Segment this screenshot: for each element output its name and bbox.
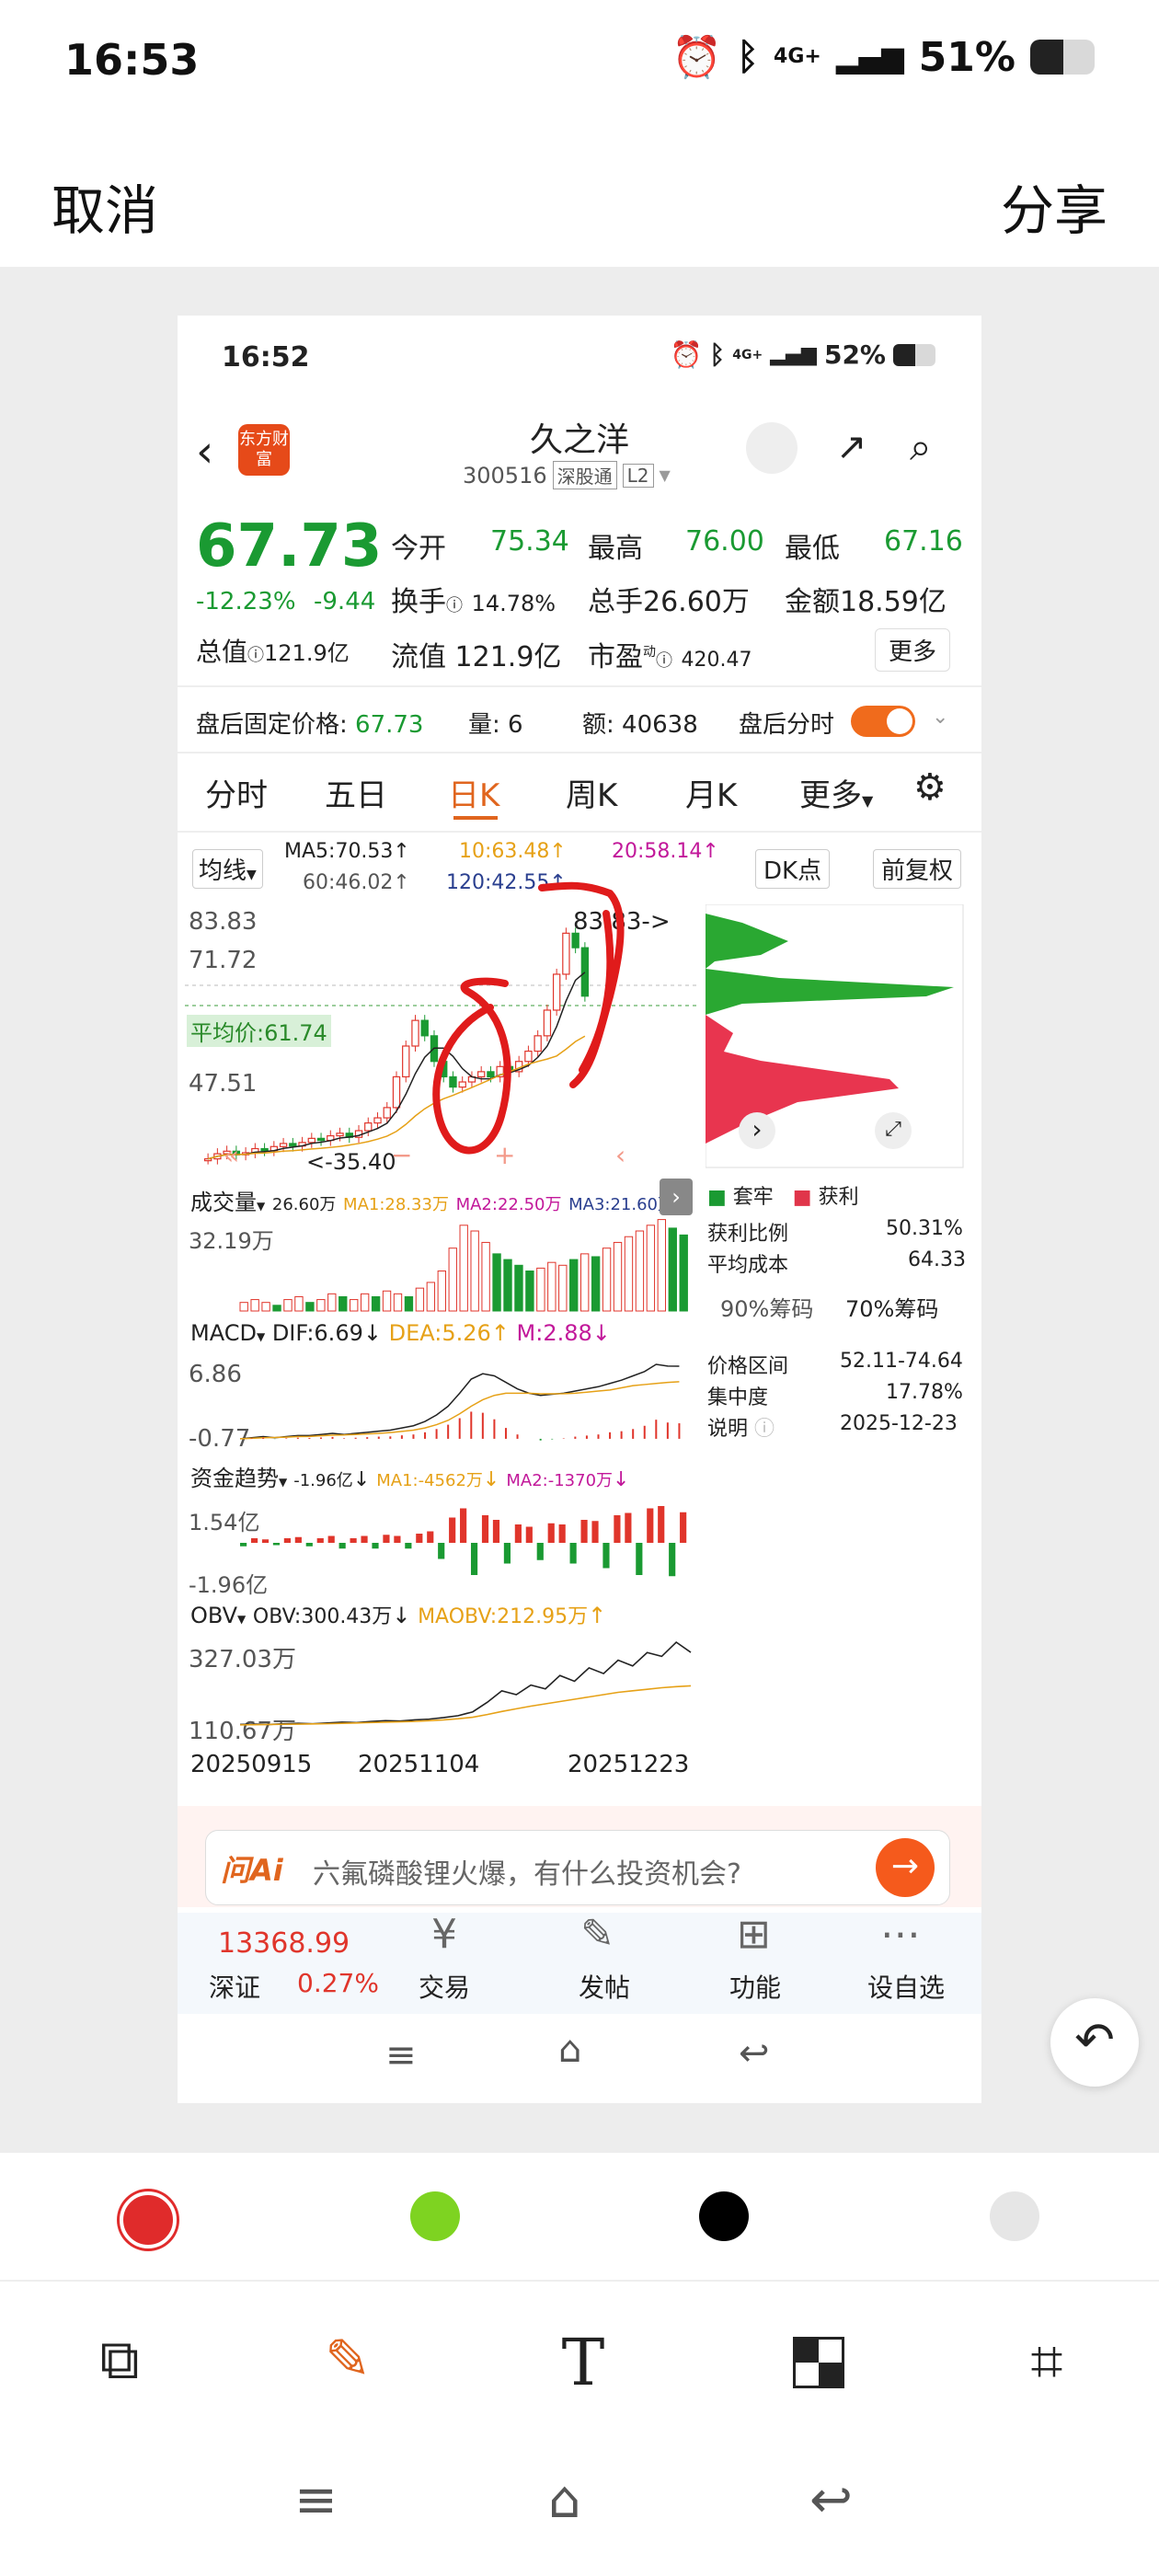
divider <box>0 2280 1159 2282</box>
battery-icon <box>1030 40 1095 75</box>
mosaic-icon[interactable] <box>784 2328 854 2398</box>
crop-icon[interactable]: ⌗ <box>1012 2328 1082 2398</box>
battery-percent: 51% <box>918 33 1016 81</box>
cancel-button[interactable]: 取消 <box>52 167 158 245</box>
color-swatch-green[interactable] <box>410 2191 460 2241</box>
bluetooth-icon: ᛒ <box>737 36 760 78</box>
back-icon[interactable]: ↩ <box>809 2470 853 2530</box>
layers-icon[interactable]: ⧉ <box>85 2328 155 2398</box>
undo-icon[interactable]: ↶ <box>1050 1998 1139 2087</box>
pencil-icon[interactable]: ✎ <box>313 2328 383 2398</box>
color-swatch-gray[interactable] <box>990 2191 1039 2241</box>
network-label: 4G+ <box>774 45 821 68</box>
alarm-icon: ⏰ <box>671 34 723 81</box>
share-button[interactable]: 分享 <box>1001 167 1107 245</box>
editor-header: 取消 分享 <box>0 138 1159 267</box>
red-annotation-strokes <box>432 881 625 1155</box>
status-time: 16:53 <box>64 35 200 85</box>
status-icons: ⏰ ᛒ 4G+ ▂▄▆ 51% <box>671 33 1095 81</box>
home-icon[interactable]: ⌂ <box>548 2470 581 2530</box>
color-swatch-red[interactable] <box>120 2191 177 2248</box>
color-swatch-black[interactable] <box>699 2191 749 2241</box>
menu-icon[interactable]: ≡ <box>294 2470 338 2530</box>
signal-icon: ▂▄▆ <box>835 40 904 75</box>
annotated-screenshot[interactable]: 16:52 ⏰ ᛒ 4G+ ▂▄▆ 52% ‹ 东方财富 久之洋 300516 … <box>178 316 981 2103</box>
text-tool-icon[interactable]: T <box>548 2328 618 2398</box>
